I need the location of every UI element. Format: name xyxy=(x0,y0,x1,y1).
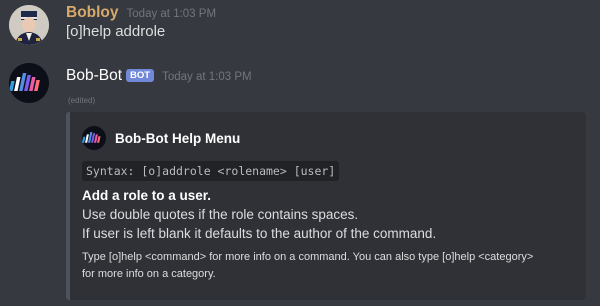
bar-logo-icon xyxy=(82,132,101,143)
embed-author: Bob-Bot Help Menu xyxy=(82,126,240,150)
edited-label: (edited) xyxy=(68,96,96,105)
bot-timestamp[interactable]: Today at 1:03 PM xyxy=(162,71,252,83)
user-author-line: Bobloy Today at 1:03 PM xyxy=(66,4,216,22)
embed-field-line: Use double quotes if the role contains s… xyxy=(82,207,359,222)
embed-footer-line: Type [o]help <command> for more info on … xyxy=(82,251,534,263)
bot-avatar[interactable] xyxy=(9,63,49,103)
bot-badge: BOT xyxy=(126,69,155,82)
embed-footer-line: for more info on a category. xyxy=(82,268,216,280)
bot-author-line: Bob-Bot BOT Today at 1:03 PM xyxy=(66,67,252,85)
bar-logo-icon xyxy=(9,63,49,103)
user-avatar[interactable] xyxy=(9,5,49,45)
user-name[interactable]: Bobloy xyxy=(66,4,119,22)
user-message-text: [o]help addrole xyxy=(66,23,166,40)
embed-author-name: Bob-Bot Help Menu xyxy=(115,130,241,146)
embed-field-title: Add a role to a user. xyxy=(82,188,212,203)
bot-name[interactable]: Bob-Bot xyxy=(66,67,122,85)
embed-author-icon xyxy=(82,126,106,150)
help-embed: Bob-Bot Help Menu Syntax: [o]addrole <ro… xyxy=(66,112,586,300)
syntax-code: Syntax: [o]addrole <rolename> [user] xyxy=(82,161,340,181)
user-avatar-image xyxy=(9,5,49,45)
embed-field-line: If user is left blank it defaults to the… xyxy=(82,226,437,241)
user-timestamp[interactable]: Today at 1:03 PM xyxy=(127,8,217,20)
